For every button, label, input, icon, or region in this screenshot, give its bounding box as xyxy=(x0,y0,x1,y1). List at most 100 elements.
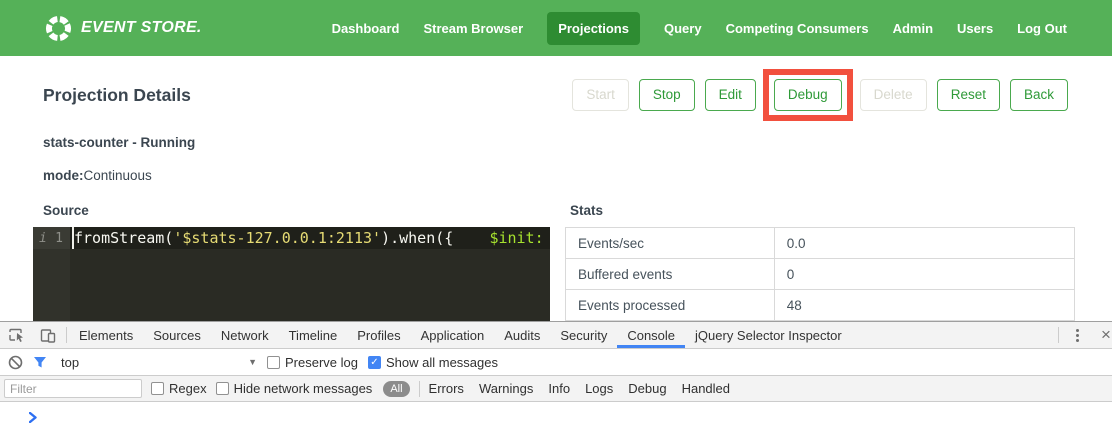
tab-elements[interactable]: Elements xyxy=(69,322,143,348)
info-annotation-icon: i xyxy=(39,231,47,246)
table-row: Events processed 48 xyxy=(566,290,1075,321)
source-section: Source i 1 fromStream('$stats-127.0.0.1:… xyxy=(33,203,550,332)
filter-input[interactable] xyxy=(4,379,142,398)
divider xyxy=(1058,327,1059,343)
devtools-panel: Elements Sources Network Timeline Profil… xyxy=(0,321,1112,440)
nav-query[interactable]: Query xyxy=(664,12,702,45)
stat-name: Events/sec xyxy=(566,228,775,259)
preserve-log-checkbox[interactable]: Preserve log xyxy=(267,355,358,370)
editor-gutter-line-1: i 1 xyxy=(33,227,70,249)
source-label: Source xyxy=(33,203,550,218)
show-all-messages-checkbox[interactable]: ✓ Show all messages xyxy=(368,355,498,370)
delete-button: Delete xyxy=(860,79,927,111)
level-handled[interactable]: Handled xyxy=(682,381,730,396)
nav-dashboard[interactable]: Dashboard xyxy=(332,12,400,45)
stat-value: 48 xyxy=(774,290,1074,321)
tab-network[interactable]: Network xyxy=(211,322,279,348)
stat-value: 0 xyxy=(774,259,1074,290)
event-store-logo[interactable]: EVENT STORE. xyxy=(45,15,202,42)
show-all-messages-label: Show all messages xyxy=(386,355,498,370)
tab-application[interactable]: Application xyxy=(411,322,495,348)
inspect-element-icon[interactable] xyxy=(0,322,32,348)
source-code-editor[interactable]: i 1 fromStream('$stats-127.0.0.1:2113').… xyxy=(33,227,550,332)
hide-network-messages-label: Hide network messages xyxy=(234,381,373,396)
title-bar: Projection Details Start Stop Edit Debug… xyxy=(43,71,1068,119)
nav-admin[interactable]: Admin xyxy=(893,12,933,45)
regex-label: Regex xyxy=(169,381,207,396)
back-button[interactable]: Back xyxy=(1010,79,1068,111)
tab-security[interactable]: Security xyxy=(550,322,617,348)
edit-button[interactable]: Edit xyxy=(705,79,756,111)
stat-name: Events processed xyxy=(566,290,775,321)
nav-log-out[interactable]: Log Out xyxy=(1017,12,1067,45)
projection-status: stats-counter - Running xyxy=(43,135,1112,150)
debug-highlight-box: Debug xyxy=(763,69,853,121)
app-header: EVENT STORE. Dashboard Stream Browser Pr… xyxy=(0,0,1112,56)
device-toolbar-icon[interactable] xyxy=(32,322,64,348)
stat-name: Buffered events xyxy=(566,259,775,290)
level-debug[interactable]: Debug xyxy=(628,381,666,396)
event-store-ring-icon xyxy=(45,15,72,42)
tab-console[interactable]: Console xyxy=(617,322,685,348)
action-buttons: Start Stop Edit Debug Delete Reset Back xyxy=(572,69,1068,121)
level-errors[interactable]: Errors xyxy=(429,381,464,396)
preserve-log-label: Preserve log xyxy=(285,355,358,370)
devtools-tab-actions: × xyxy=(1056,322,1112,348)
mode-label: mode: xyxy=(43,168,84,183)
nav-stream-browser[interactable]: Stream Browser xyxy=(423,12,523,45)
code-segment-keyword: $init: xyxy=(489,229,543,247)
console-filter-bar: Regex Hide network messages All Errors W… xyxy=(0,376,1112,402)
reset-button[interactable]: Reset xyxy=(937,79,1000,111)
clear-console-icon[interactable] xyxy=(8,355,23,370)
level-logs[interactable]: Logs xyxy=(585,381,613,396)
filter-funnel-icon[interactable] xyxy=(33,356,47,369)
level-warnings[interactable]: Warnings xyxy=(479,381,533,396)
nav-users[interactable]: Users xyxy=(957,12,993,45)
tab-sources[interactable]: Sources xyxy=(143,322,211,348)
chevron-down-icon: ▼ xyxy=(248,357,257,367)
checkbox-checked: ✓ xyxy=(368,356,381,369)
code-segment: fromStream( xyxy=(74,229,173,247)
level-filter-all-badge[interactable]: All xyxy=(383,381,409,397)
projection-mode: mode:Continuous xyxy=(43,168,1112,183)
tab-profiles[interactable]: Profiles xyxy=(347,322,410,348)
page-title: Projection Details xyxy=(43,85,191,106)
console-prompt-icon xyxy=(29,411,37,426)
execution-context-selector[interactable]: top ▼ xyxy=(61,355,257,370)
checkbox-unchecked xyxy=(216,382,229,395)
nav-projections[interactable]: Projections xyxy=(547,12,640,45)
main-nav: Dashboard Stream Browser Projections Que… xyxy=(332,12,1067,45)
nav-competing-consumers[interactable]: Competing Consumers xyxy=(726,12,869,45)
debug-button[interactable]: Debug xyxy=(774,79,842,111)
tab-jquery-selector-inspector[interactable]: jQuery Selector Inspector xyxy=(685,322,852,348)
divider xyxy=(419,381,420,397)
console-output[interactable] xyxy=(0,402,1112,440)
start-button: Start xyxy=(572,79,629,111)
level-info[interactable]: Info xyxy=(548,381,570,396)
table-row: Buffered events 0 xyxy=(566,259,1075,290)
stats-label: Stats xyxy=(565,203,1075,218)
checkbox-unchecked xyxy=(151,382,164,395)
line-number: 1 xyxy=(55,231,63,246)
console-toolbar: top ▼ Preserve log ✓ Show all messages xyxy=(0,349,1112,376)
code-segment xyxy=(544,229,550,247)
regex-checkbox[interactable]: Regex xyxy=(151,381,207,396)
stat-value: 0.0 xyxy=(774,228,1074,259)
code-segment-string: '$stats-127.0.0.1:2113' xyxy=(173,229,381,247)
stop-button[interactable]: Stop xyxy=(639,79,695,111)
tab-timeline[interactable]: Timeline xyxy=(279,322,348,348)
level-filters: Errors Warnings Info Logs Debug Handled xyxy=(429,381,730,396)
tab-audits[interactable]: Audits xyxy=(494,322,550,348)
close-icon[interactable]: × xyxy=(1093,322,1112,348)
divider xyxy=(66,327,67,343)
hide-network-messages-checkbox[interactable]: Hide network messages xyxy=(216,381,373,396)
table-row: Events/sec 0.0 xyxy=(566,228,1075,259)
kebab-menu-icon[interactable] xyxy=(1061,322,1093,348)
code-segment: ).when({ xyxy=(381,229,453,247)
code-line: fromStream('$stats-127.0.0.1:2113').when… xyxy=(72,227,550,249)
checkbox-unchecked xyxy=(267,356,280,369)
context-value: top xyxy=(61,355,79,370)
code-segment xyxy=(453,229,489,247)
devtools-tabbar: Elements Sources Network Timeline Profil… xyxy=(0,322,1112,349)
mode-value: Continuous xyxy=(84,168,152,183)
